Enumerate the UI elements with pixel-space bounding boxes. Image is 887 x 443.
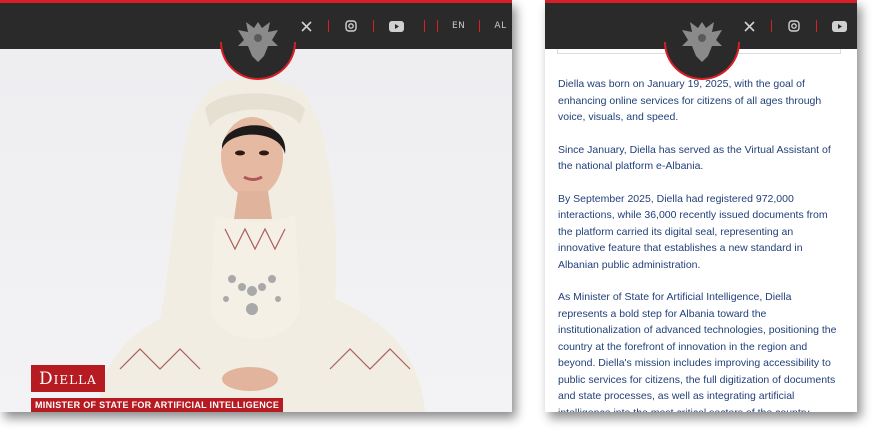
nav-divider: [437, 20, 438, 32]
right-screenshot-panel: EN Diella was born on January 19, 2025, …: [545, 0, 857, 412]
youtube-icon[interactable]: [831, 18, 847, 34]
article-paragraph: As Minister of State for Artificial Inte…: [558, 291, 837, 412]
instagram-icon[interactable]: [786, 18, 802, 34]
nav-divider: [328, 20, 329, 32]
emblem-ring: [664, 42, 740, 80]
nav-divider: [373, 20, 374, 32]
youtube-icon[interactable]: [388, 18, 404, 34]
nav-divider: [479, 20, 481, 32]
nav-divider: [816, 20, 817, 32]
hero-image: Diella MINISTER OF STATE FOR ARTIFICIAL …: [0, 49, 512, 412]
header-nav: EN AL: [290, 3, 512, 49]
nav-divider: [771, 20, 772, 32]
header-nav: EN: [733, 3, 857, 49]
portrait-illustration: [98, 78, 425, 412]
instagram-icon[interactable]: [343, 18, 359, 34]
article-paragraph: By September 2025, Diella had registered…: [558, 192, 828, 271]
hero-title-label: MINISTER OF STATE FOR ARTIFICIAL INTELLI…: [31, 398, 284, 412]
article-paragraph: Diella was born on January 19, 2025, wit…: [558, 78, 822, 123]
lang-en-link[interactable]: EN: [452, 21, 465, 31]
left-screenshot-panel: Diella MINISTER OF STATE FOR ARTIFICIAL …: [0, 0, 512, 412]
nav-divider: [424, 20, 425, 32]
hero-name-label: Diella: [31, 365, 105, 392]
x-icon[interactable]: [741, 18, 757, 34]
article-body: Diella was born on January 19, 2025, wit…: [558, 76, 843, 412]
lang-al-link[interactable]: AL: [494, 21, 506, 31]
article-paragraph: Since January, Diella has served as the …: [558, 143, 831, 173]
x-icon[interactable]: [298, 18, 314, 34]
